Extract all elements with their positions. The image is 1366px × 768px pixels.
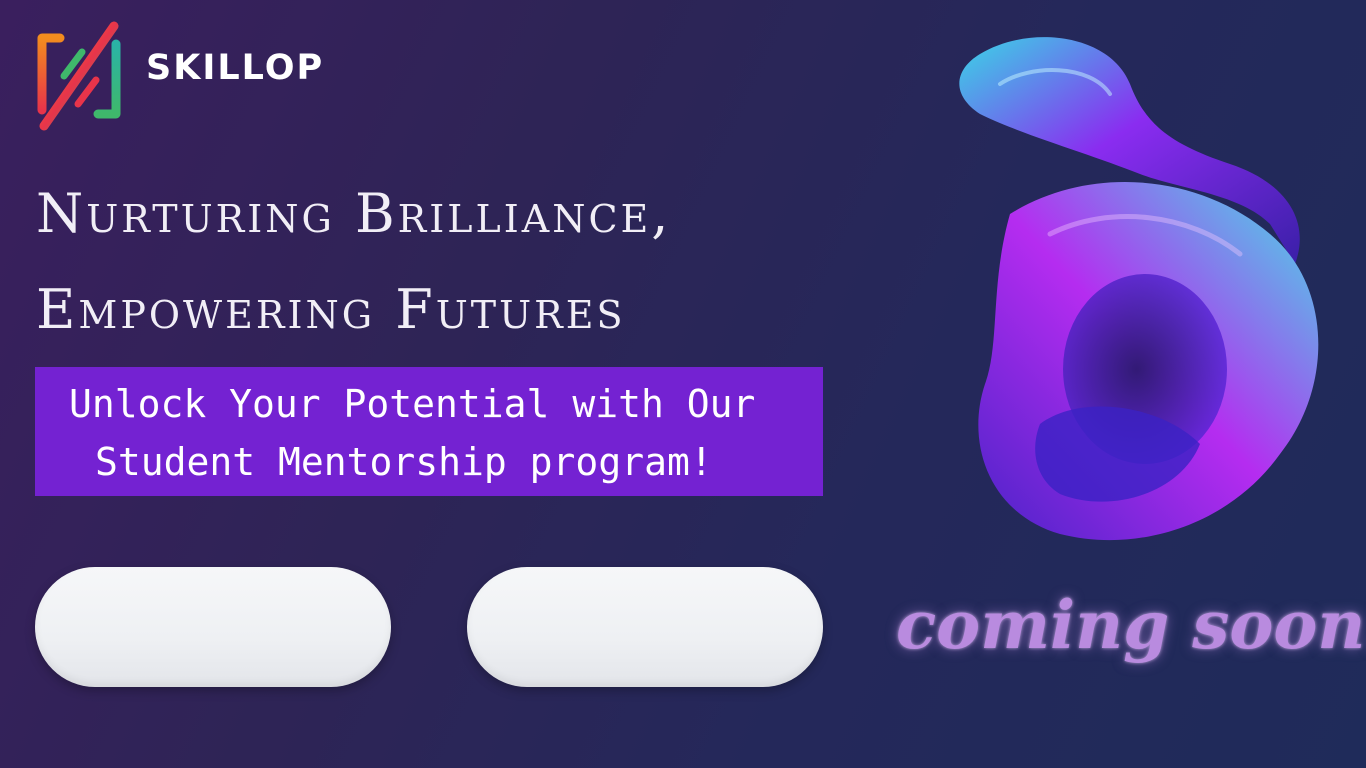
banner-line-1: Unlock Your Potential with Our: [69, 382, 756, 426]
mentorship-banner: Unlock Your Potential with Our Student M…: [35, 367, 823, 496]
primary-pill-button[interactable]: [35, 567, 391, 687]
banner-line-2: Student Mentorship program!: [95, 440, 713, 484]
skillop-logo-icon: [37, 21, 121, 131]
hero-headline: Nurturing Brilliance, Empowering Futures: [36, 166, 671, 358]
secondary-pill-button[interactable]: [467, 567, 823, 687]
coming-soon-label: coming soon!: [896, 586, 1366, 664]
brand-name: SKILLOP: [146, 48, 325, 88]
abstract-3d-shape-icon: [959, 37, 1319, 541]
headline-line-1: Nurturing Brilliance,: [36, 182, 672, 245]
headline-line-2: Empowering Futures: [36, 278, 626, 341]
